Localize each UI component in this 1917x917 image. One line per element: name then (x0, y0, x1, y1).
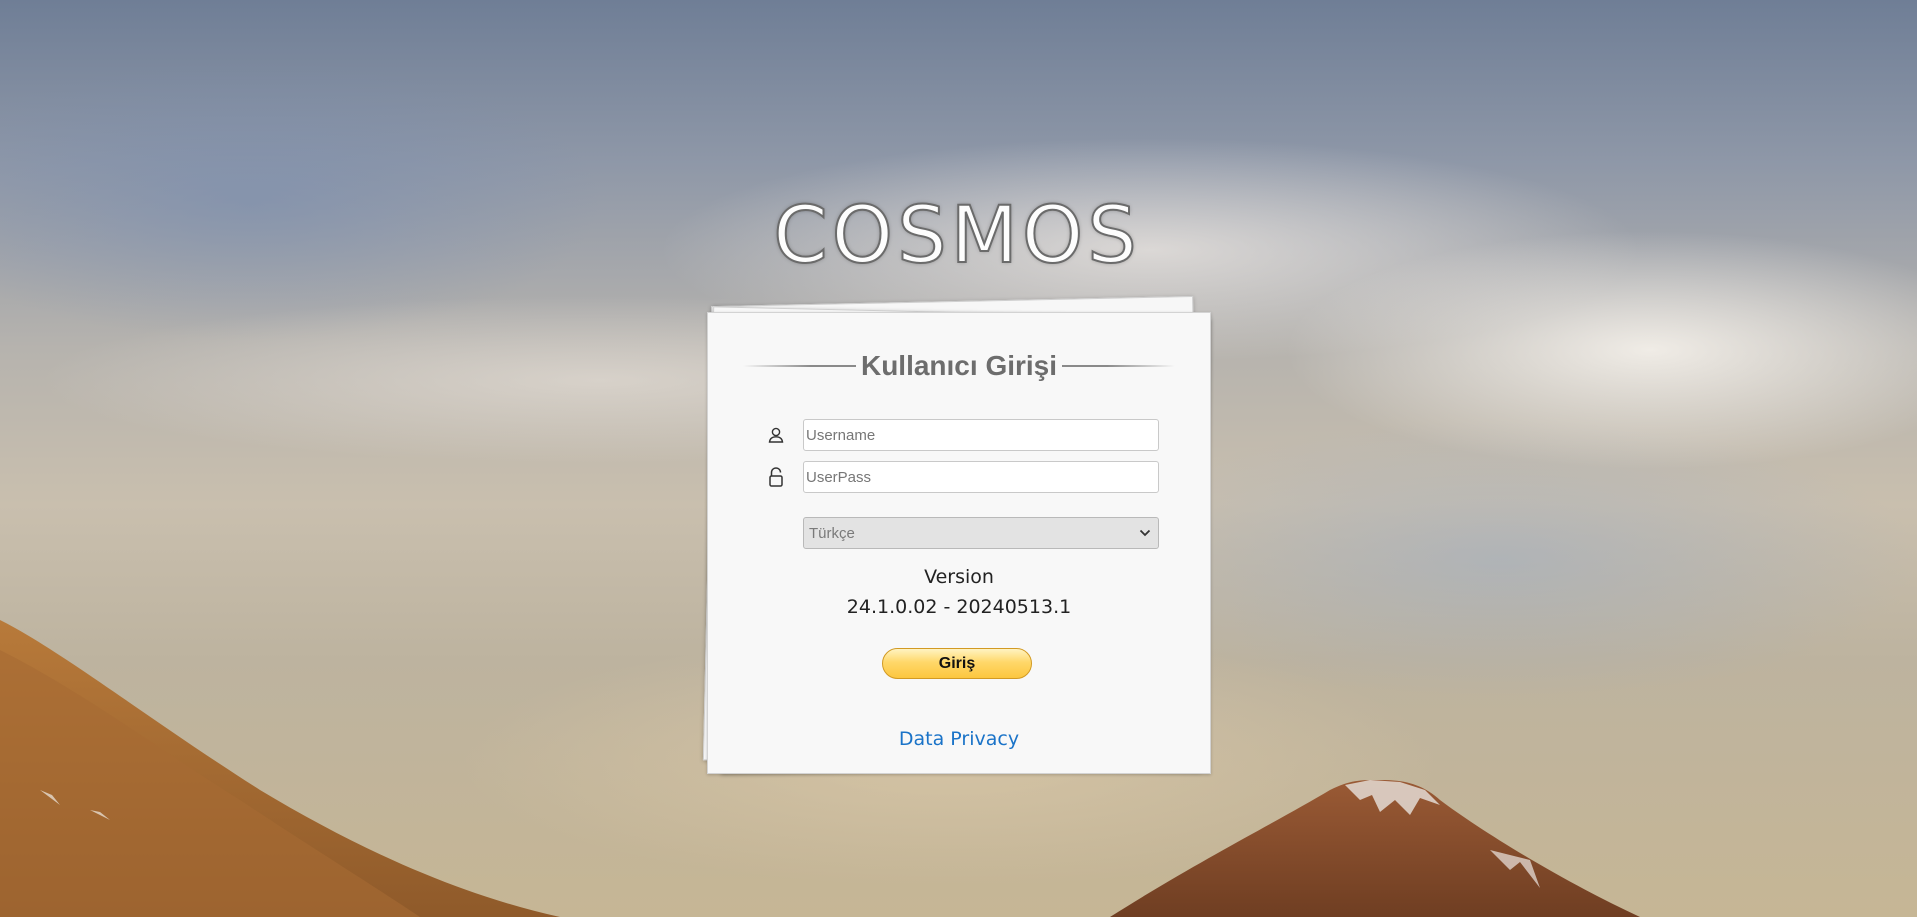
chevron-down-icon (1139, 529, 1151, 537)
version-value: 24.1.0.02 - 20240513.1 (846, 596, 1072, 618)
lock-icon (761, 461, 791, 493)
language-select[interactable]: Türkçe (803, 517, 1159, 549)
login-card: Kullanıcı Girişi Türkçe Version 24.1.0.0… (707, 312, 1211, 774)
username-row (761, 419, 1161, 451)
logo-text: COSMOS (772, 190, 1141, 282)
user-icon (761, 419, 791, 451)
login-button[interactable]: Giriş (882, 648, 1032, 679)
version-label: Version (924, 566, 994, 588)
data-privacy-link[interactable]: Data Privacy (708, 728, 1210, 750)
cosmos-logo: COSMOS (772, 190, 1138, 282)
password-input[interactable] (803, 461, 1159, 493)
card-title-row: Kullanıcı Girişi (743, 350, 1175, 381)
username-input[interactable] (803, 419, 1159, 451)
language-selected-value: Türkçe (809, 525, 855, 542)
title-divider-left (743, 365, 856, 367)
login-title: Kullanıcı Girişi (860, 350, 1058, 381)
password-row (761, 461, 1161, 493)
title-divider-right (1062, 365, 1175, 367)
